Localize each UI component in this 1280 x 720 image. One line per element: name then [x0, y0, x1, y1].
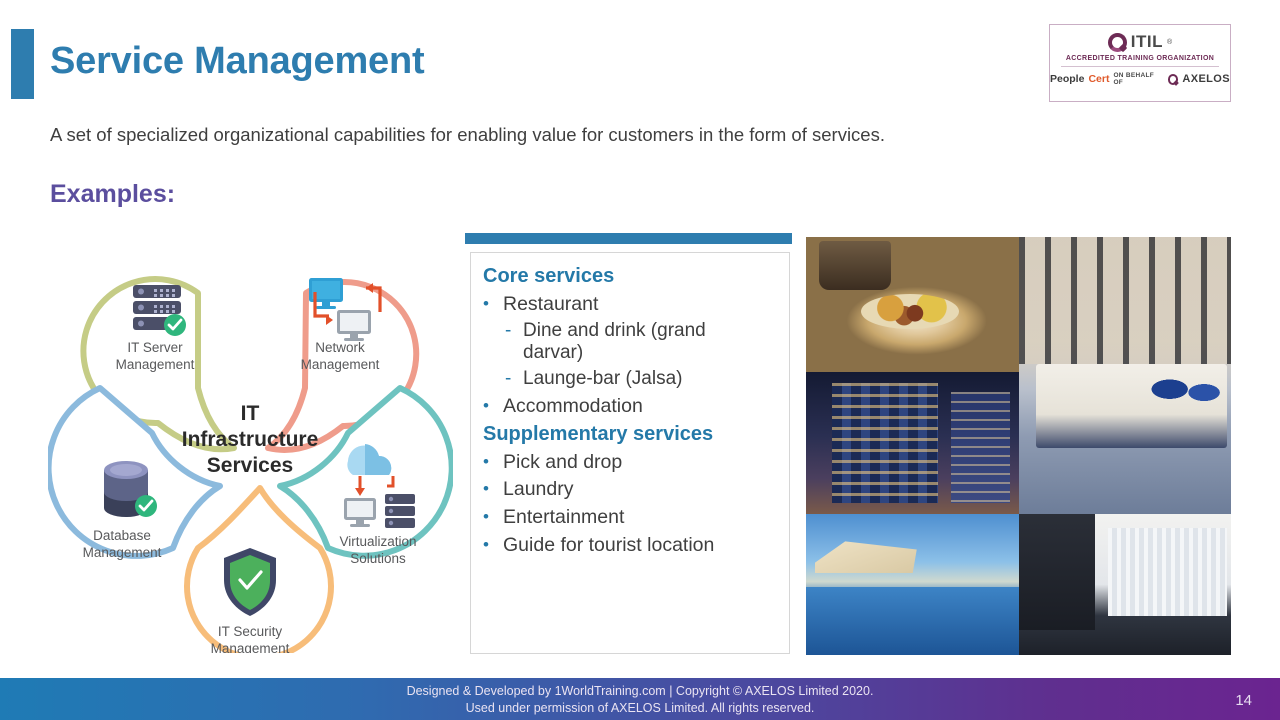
itil-accreditation-badge: ITIL ® ACCREDITED TRAINING ORGANIZATION … — [1049, 24, 1231, 102]
label-virtualization-solutions-line2: Solutions — [350, 551, 406, 566]
list-subitem-label: Dine and drink (grand darvar) — [523, 319, 706, 364]
list-subitem: - Launge-bar (Jalsa) — [505, 368, 779, 391]
it-infrastructure-services-diagram: IT Infrastructure Services IT Server Man… — [48, 248, 453, 653]
list-item-label: Laundry — [503, 478, 574, 501]
list-item-label: Entertainment — [503, 505, 625, 528]
label-network-management-line1: Network — [315, 340, 365, 355]
bullet-icon: • — [483, 451, 489, 471]
registered-mark: ® — [1167, 38, 1173, 46]
label-virtualization-solutions-line1: Virtualization — [339, 534, 416, 549]
hotel-building-night-photo — [806, 372, 1019, 514]
list-item-label: Pick and drop — [503, 450, 623, 473]
list-subitem-label: Launge-bar (Jalsa) — [523, 368, 683, 390]
label-it-security-management-line1: IT Security — [218, 624, 283, 639]
list-item: • Accommodation — [483, 394, 779, 419]
diagram-center-line2: Infrastructure — [182, 428, 319, 451]
page-title: Service Management — [50, 40, 425, 82]
footer-line-2: Used under permission of AXELOS Limited.… — [465, 700, 815, 715]
examples-label: Examples: — [50, 180, 176, 208]
title-accent-bar — [11, 29, 34, 99]
list-item: • Entertainment — [483, 505, 779, 530]
restaurant-food-plate-photo — [806, 237, 1019, 372]
dash-icon: - — [505, 368, 512, 390]
label-network-management-line2: Management — [301, 357, 380, 372]
label-it-server-management-line1: IT Server — [127, 340, 183, 355]
label-database-management-line2: Management — [83, 545, 162, 560]
hotel-room-tv-photo — [1019, 514, 1231, 655]
bullet-icon: • — [483, 479, 489, 499]
on-behalf-of-text: ON BEHALF OF — [1113, 72, 1155, 86]
footer-text: Designed & Developed by 1WorldTraining.c… — [0, 683, 1280, 717]
services-card: Core services • Restaurant - Dine and dr… — [470, 252, 790, 654]
label-it-security-management-line2: Management — [211, 641, 290, 653]
hotel-bedroom-photo — [1019, 237, 1231, 514]
list-subitem: - Dine and drink (grand darvar) — [505, 320, 779, 366]
core-services-heading: Core services — [483, 265, 615, 287]
itil-brand-text: ITIL — [1130, 32, 1164, 51]
list-item-label: Restaurant — [503, 293, 599, 315]
list-item-label: Accommodation — [503, 395, 643, 418]
diagram-center-line3: Services — [207, 454, 293, 477]
hotel-photo-collage — [806, 237, 1231, 655]
server-stack-icon — [133, 285, 186, 336]
page-number: 14 — [1235, 692, 1252, 709]
peoplecert-cert-text: Cert — [1088, 73, 1110, 85]
peoplecert-people-text: People — [1050, 73, 1085, 85]
axelos-brand-text: AXELOS — [1182, 73, 1230, 85]
badge-divider — [1061, 66, 1219, 67]
bullet-icon: • — [483, 534, 489, 554]
label-database-management-line1: Database — [93, 528, 151, 543]
supplementary-services-heading: Supplementary services — [483, 422, 714, 445]
pool-terrace-photo — [806, 514, 1019, 655]
list-item: • Pick and drop — [483, 450, 779, 475]
bullet-icon: • — [483, 506, 489, 526]
accreditation-text: ACCREDITED TRAINING ORGANIZATION — [1065, 55, 1215, 62]
peoplecert-row: People Cert ON BEHALF OF AXELOS — [1050, 72, 1230, 86]
services-card-topbar — [465, 233, 792, 244]
label-it-server-management-line2: Management — [116, 357, 195, 372]
diagram-center-line1: IT — [241, 402, 260, 425]
itil-q-mark-icon — [1107, 32, 1127, 52]
list-item: • Laundry — [483, 477, 779, 502]
list-item-label: Guide for tourist location — [503, 533, 715, 556]
list-item: • Restaurant — [483, 292, 779, 317]
list-item: • Guide for tourist location — [483, 533, 779, 558]
bullet-icon: • — [483, 396, 489, 416]
itil-logo-row: ITIL ® — [1107, 32, 1173, 52]
slide-subtitle: A set of specialized organizational capa… — [50, 124, 885, 145]
footer-line-1: Designed & Developed by 1WorldTraining.c… — [406, 684, 874, 698]
bullet-icon: • — [483, 294, 489, 313]
axelos-q-mark-icon — [1167, 73, 1179, 85]
dash-icon: - — [505, 319, 512, 341]
